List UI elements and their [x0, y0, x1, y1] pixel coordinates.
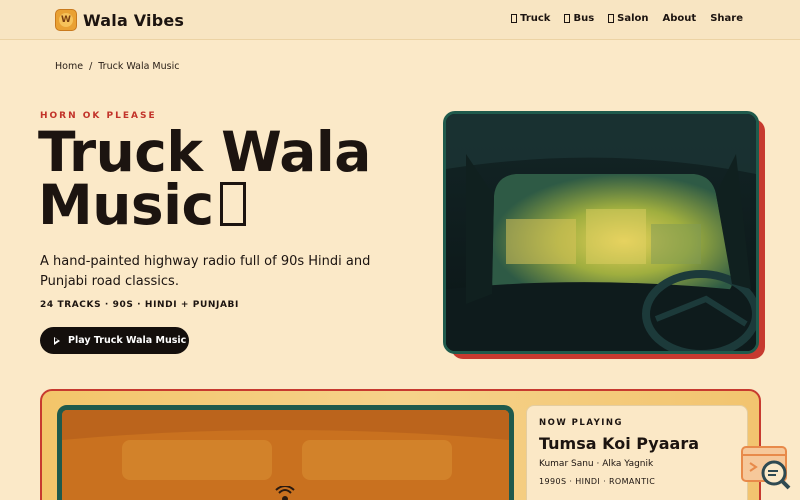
page-title: Truck Wala Music — [38, 120, 438, 233]
brand-logo-letter: W — [59, 13, 73, 27]
nav-link-share[interactable]: Share — [710, 13, 743, 24]
truck-icon — [511, 14, 518, 23]
nav-link-bus-label: Bus — [573, 13, 595, 24]
playlist-meta: 24 TRACKS · 90S · HINDI + PUNJABI — [40, 300, 239, 310]
play-button-label: Play Truck Wala Music — [68, 335, 187, 346]
breadcrumb: Home / Truck Wala Music — [55, 61, 179, 72]
nav-link-bus[interactable]: Bus — [564, 13, 594, 24]
nav-links: Truck Bus Salon About Share — [511, 13, 743, 24]
now-playing-artists: Kumar Sanu · Alka Yagnik — [539, 459, 654, 469]
breadcrumb-current: Truck Wala Music — [98, 61, 180, 72]
page-title-line-2-wrap: Music — [38, 178, 438, 233]
now-playing-title: Tumsa Koi Pyaara — [539, 434, 700, 453]
truck-emoji-icon — [219, 182, 246, 226]
now-playing-card: NOW PLAYING Tumsa Koi Pyaara Kumar Sanu … — [526, 405, 748, 500]
breadcrumb-home-link[interactable]: Home — [55, 61, 83, 72]
nav-link-truck-label: Truck — [520, 13, 551, 24]
breadcrumb-separator: / — [89, 61, 93, 72]
now-playing-tags: 1990S · HINDI · ROMANTIC — [539, 477, 656, 486]
brand-logo: W — [55, 9, 77, 31]
play-icon — [54, 336, 60, 345]
salon-icon — [608, 14, 615, 23]
bus-icon — [564, 14, 571, 23]
player-artwork — [57, 405, 514, 500]
nav-link-truck[interactable]: Truck — [511, 13, 550, 24]
search-feedback-widget-icon[interactable] — [740, 445, 792, 490]
nav-link-salon[interactable]: Salon — [608, 13, 649, 24]
now-playing-label: NOW PLAYING — [539, 418, 623, 428]
nav-link-salon-label: Salon — [617, 13, 649, 24]
hero-image — [443, 111, 759, 354]
nav-link-about[interactable]: About — [663, 13, 697, 24]
brand[interactable]: W Wala Vibes — [55, 9, 184, 31]
page-title-line-2: Music — [38, 173, 214, 237]
nav-link-share-label: Share — [710, 13, 743, 24]
nav-link-about-label: About — [662, 13, 697, 24]
brand-name: Wala Vibes — [83, 10, 185, 30]
broadcast-icon — [275, 486, 295, 500]
play-button[interactable]: Play Truck Wala Music — [40, 327, 189, 354]
top-navbar: W Wala Vibes Truck Bus Salon About Share — [0, 0, 800, 40]
truck-cab-illustration — [446, 114, 756, 351]
hero-description: A hand-painted highway radio full of 90s… — [40, 254, 371, 289]
player-section: NOW PLAYING Tumsa Koi Pyaara Kumar Sanu … — [40, 389, 761, 500]
page-title-line-1: Truck Wala — [38, 120, 371, 184]
